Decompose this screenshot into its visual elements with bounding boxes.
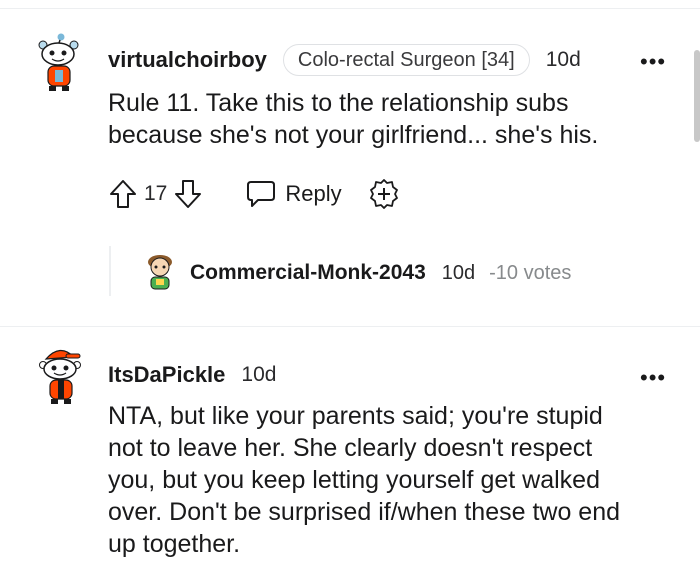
comment-2-line: over. Don't be surprised if/when these t… bbox=[108, 498, 621, 526]
upvote-arrow-icon bbox=[110, 180, 136, 208]
comment-2-line: not to leave her. She clearly doesn't re… bbox=[108, 434, 593, 462]
reply-label: Reply bbox=[285, 181, 342, 206]
snoo-avatar-1[interactable] bbox=[36, 32, 82, 94]
comment-2-body: NTA, but like your parents said; you're … bbox=[108, 400, 620, 560]
collapsed-reply[interactable]: Commercial-Monk-2043 10d -10 votes bbox=[144, 253, 571, 293]
award-button[interactable] bbox=[368, 178, 400, 210]
comment-1-header: virtualchoirboy Colo-rectal Surgeon [34]… bbox=[108, 44, 581, 76]
reply-timestamp: 10d bbox=[441, 261, 476, 284]
comment-1-flair: Colo-rectal Surgeon [34] bbox=[282, 44, 530, 76]
vote-count: 17 bbox=[144, 182, 168, 205]
comment-1-line: Rule 11. Take this to the relationship s… bbox=[108, 89, 569, 117]
comment-2-line: up together. bbox=[108, 530, 241, 558]
upvote-button[interactable] bbox=[108, 178, 138, 210]
downvote-arrow-icon bbox=[175, 180, 202, 208]
reply-vote-score: -10 votes bbox=[489, 261, 572, 284]
comment-2-line: you, but you keep letting yourself get w… bbox=[108, 466, 600, 494]
reply-username[interactable]: Commercial-Monk-2043 bbox=[190, 261, 426, 285]
comment-1-action-bar: 17 Reply bbox=[108, 174, 400, 214]
comment-1-more-options-icon[interactable]: ••• bbox=[640, 49, 666, 75]
thread-line[interactable] bbox=[109, 246, 111, 296]
comment-2-username[interactable]: ItsDaPickle bbox=[108, 362, 225, 388]
comment-1-line: because she's not your girlfriend... she… bbox=[108, 121, 599, 149]
reply-avatar bbox=[148, 255, 172, 290]
snoo-avatar-2[interactable] bbox=[38, 345, 84, 407]
comment-1-body: Rule 11. Take this to the relationship s… bbox=[108, 87, 598, 151]
award-plus-icon bbox=[369, 179, 398, 209]
comment-2-line: NTA, but like your parents said; you're … bbox=[108, 402, 603, 430]
comment-2-timestamp: 10d bbox=[241, 363, 277, 386]
reply-button[interactable]: Reply bbox=[245, 179, 342, 209]
comment-1-username[interactable]: virtualchoirboy bbox=[108, 47, 267, 73]
comment-divider bbox=[0, 326, 700, 327]
comment-2-header: ItsDaPickle 10d bbox=[108, 362, 276, 388]
downvote-button[interactable] bbox=[173, 178, 203, 210]
speech-bubble-icon bbox=[247, 181, 276, 207]
comment-1-timestamp: 10d bbox=[545, 48, 581, 71]
scrollbar[interactable] bbox=[694, 50, 700, 142]
comment-2-more-options-icon[interactable]: ••• bbox=[640, 365, 666, 391]
top-divider bbox=[0, 8, 700, 9]
